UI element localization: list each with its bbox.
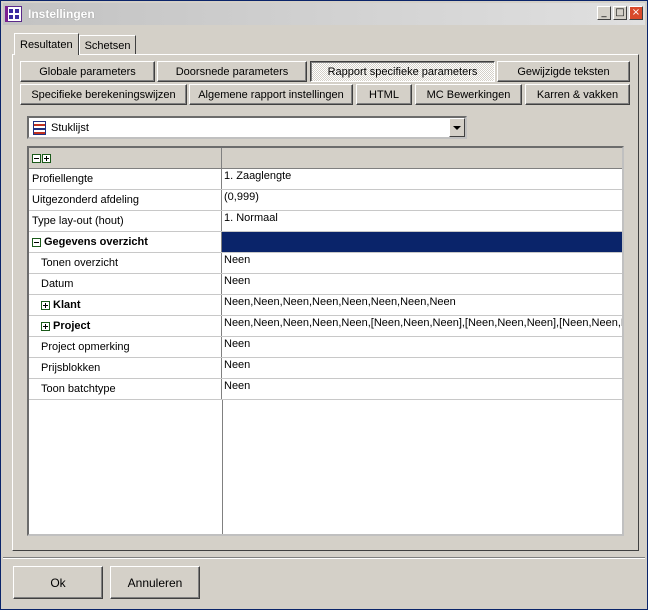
specifieke-berekeningswijzen-button[interactable]: Specifieke berekeningswijzen xyxy=(20,84,187,105)
row-label: Tonen overzicht xyxy=(29,253,222,273)
gewijzigde-teksten-button[interactable]: Gewijzigde teksten xyxy=(497,61,630,82)
row-value[interactable]: Neen xyxy=(222,358,622,378)
row-value[interactable]: 1. Normaal xyxy=(222,211,622,231)
settings-window: Instellingen _ □ × Resultaten Schetsen G… xyxy=(0,0,648,610)
chevron-down-icon[interactable] xyxy=(449,118,465,137)
row-value[interactable]: (0,999) xyxy=(222,190,622,210)
grid-row[interactable]: Uitgezonderd afdeling (0,999) xyxy=(29,190,622,211)
grid-row[interactable]: Toon batchtype Neen xyxy=(29,379,622,400)
row-value[interactable]: Neen,Neen,Neen,Neen,Neen,Neen,Neen,Neen xyxy=(222,295,622,315)
ok-button[interactable]: Ok xyxy=(13,566,103,599)
rapport-specifieke-parameters-button[interactable]: Rapport specifieke parameters xyxy=(310,61,495,82)
row-label: Project xyxy=(53,320,91,332)
grid-group-row[interactable]: Gegevens overzicht xyxy=(29,232,622,253)
row-label: Uitgezonderd afdeling xyxy=(29,190,222,210)
row-value[interactable]: Neen xyxy=(222,253,622,273)
karren-vakken-button[interactable]: Karren & vakken xyxy=(525,84,630,105)
row-label: Prijsblokken xyxy=(29,358,222,378)
row-value[interactable]: 1. Zaaglengte xyxy=(222,169,622,189)
tab-schetsen[interactable]: Schetsen xyxy=(78,35,137,55)
html-button[interactable]: HTML xyxy=(356,84,412,105)
doorsnede-parameters-button[interactable]: Doorsnede parameters xyxy=(157,61,307,82)
grid-row[interactable]: Datum Neen xyxy=(29,274,622,295)
expand-icon[interactable] xyxy=(41,321,50,331)
cancel-button[interactable]: Annuleren xyxy=(110,566,200,599)
row-value[interactable]: Neen,Neen,Neen,Neen,Neen,[Neen,Neen,Neen… xyxy=(222,316,622,336)
grid-column-divider xyxy=(222,400,223,534)
mc-bewerkingen-button[interactable]: MC Bewerkingen xyxy=(415,84,522,105)
expand-icon[interactable] xyxy=(41,300,50,310)
report-select-value: Stuklijst xyxy=(51,121,89,134)
property-grid: Profiellengte 1. Zaaglengte Uitgezonderd… xyxy=(27,146,624,536)
grid-row[interactable]: Project Neen,Neen,Neen,Neen,Neen,[Neen,N… xyxy=(29,316,622,337)
row-value[interactable]: Neen xyxy=(222,337,622,357)
maximize-icon[interactable]: □ xyxy=(613,6,627,20)
minimize-icon[interactable]: _ xyxy=(597,6,611,20)
grid-row[interactable]: Type lay-out (hout) 1. Normaal xyxy=(29,211,622,232)
grid-row[interactable]: Prijsblokken Neen xyxy=(29,358,622,379)
row-label: Datum xyxy=(29,274,222,294)
app-icon xyxy=(5,6,22,22)
row-label: Toon batchtype xyxy=(29,379,222,399)
globale-parameters-button[interactable]: Globale parameters xyxy=(20,61,155,82)
collapse-icon[interactable] xyxy=(32,237,41,247)
row-label: Profiellengte xyxy=(29,169,222,189)
report-list-icon xyxy=(33,120,46,135)
report-select[interactable]: Stuklijst xyxy=(27,116,467,139)
row-label: Project opmerking xyxy=(29,337,222,357)
row-value[interactable] xyxy=(222,232,622,252)
row-label: Gegevens overzicht xyxy=(44,236,148,248)
close-icon[interactable]: × xyxy=(629,6,643,20)
collapse-all-icon[interactable] xyxy=(32,154,41,163)
expand-all-icon[interactable] xyxy=(42,154,51,163)
grid-row[interactable]: Profiellengte 1. Zaaglengte xyxy=(29,169,622,190)
row-value[interactable]: Neen xyxy=(222,379,622,399)
grid-row[interactable]: Tonen overzicht Neen xyxy=(29,253,622,274)
algemene-rapport-instellingen-button[interactable]: Algemene rapport instellingen xyxy=(189,84,353,105)
row-label: Klant xyxy=(53,299,81,311)
row-value[interactable]: Neen xyxy=(222,274,622,294)
grid-row[interactable]: Project opmerking Neen xyxy=(29,337,622,358)
window-title: Instellingen xyxy=(28,7,95,21)
grid-header xyxy=(29,148,622,169)
row-label: Type lay-out (hout) xyxy=(29,211,222,231)
title-bar[interactable]: Instellingen _ □ × xyxy=(3,3,645,25)
grid-row[interactable]: Klant Neen,Neen,Neen,Neen,Neen,Neen,Neen… xyxy=(29,295,622,316)
footer-divider xyxy=(3,557,645,559)
tab-resultaten[interactable]: Resultaten xyxy=(14,33,79,55)
